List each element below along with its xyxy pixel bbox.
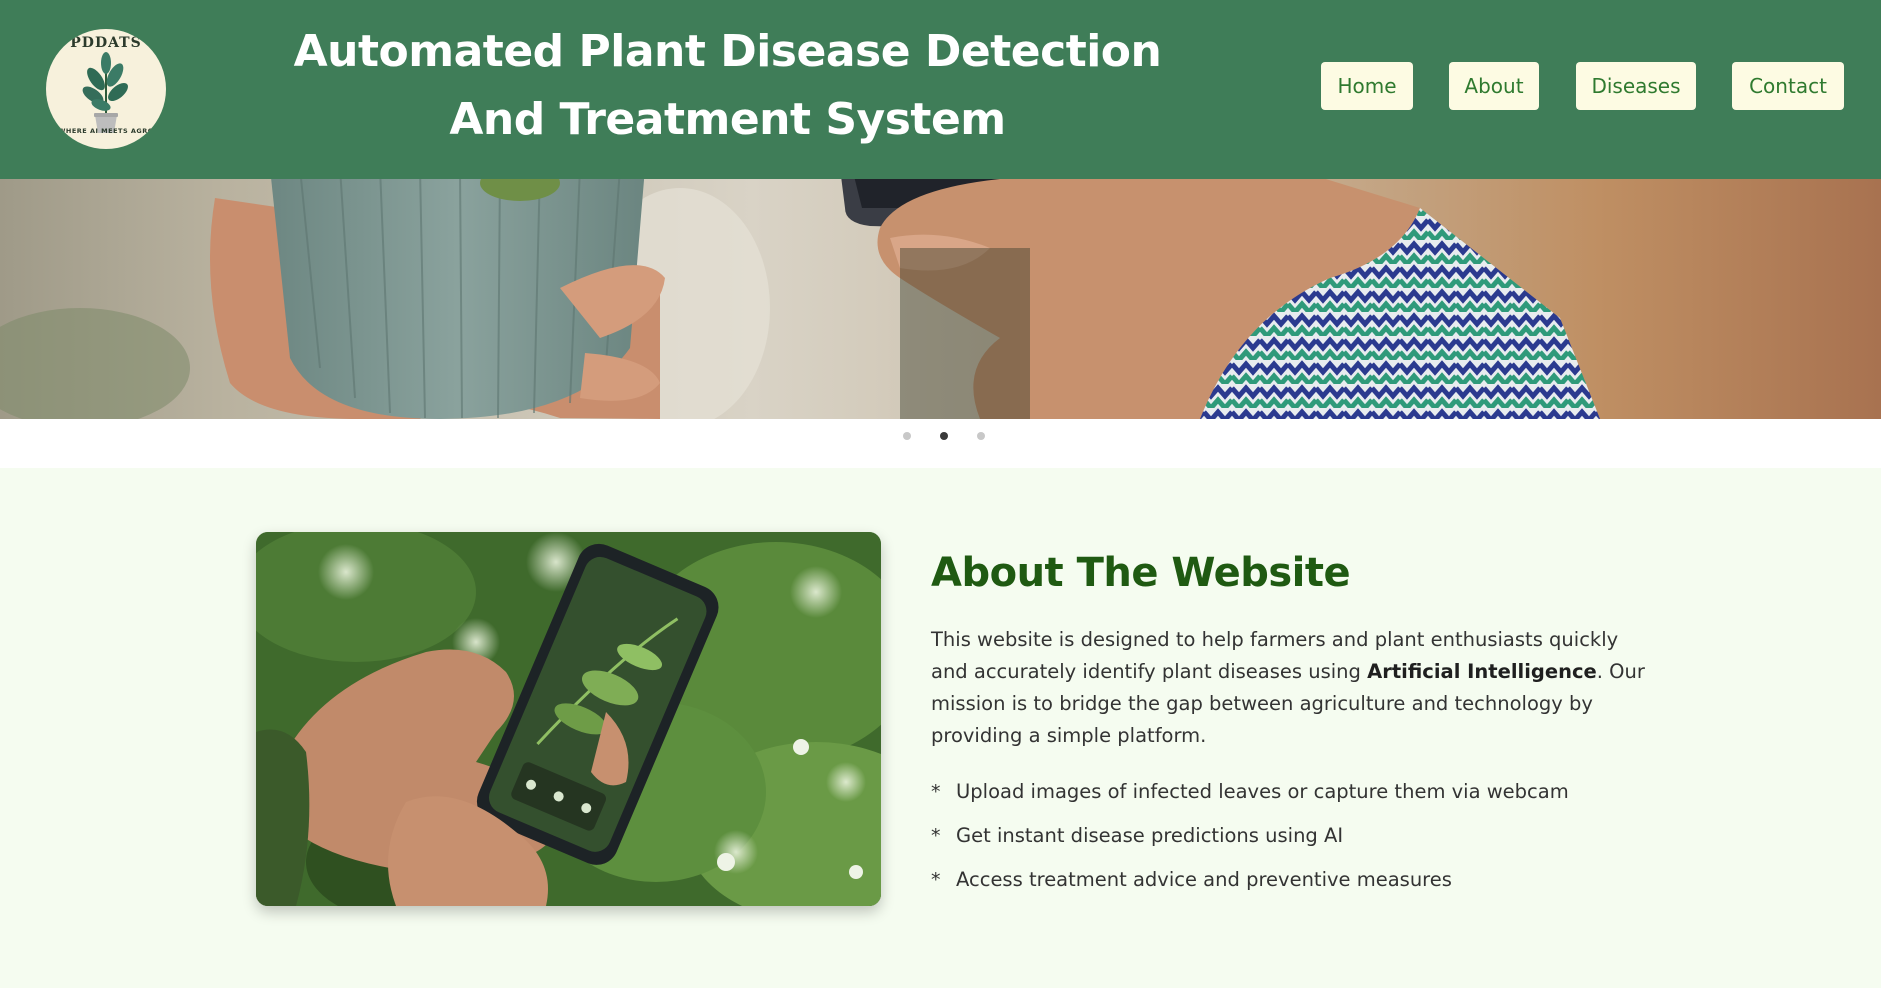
site-title: Automated Plant Disease Detection And Tr… [293, 26, 1162, 145]
list-item: * Access treatment advice and preventive… [931, 858, 1569, 902]
feature-text: Upload images of infected leaves or capt… [956, 780, 1569, 803]
about-description: This website is designed to help farmers… [931, 624, 1651, 752]
carousel-dot-3[interactable] [977, 432, 985, 440]
feature-text: Access treatment advice and preventive m… [956, 868, 1452, 891]
about-section: About The Website This website is design… [0, 468, 1881, 988]
carousel-indicators [0, 428, 1881, 444]
site-header: PDDATS WHERE AI MEETS AGRO Automated Pla… [0, 0, 1881, 179]
hero-slide-image [0, 168, 1881, 419]
nav-about-button[interactable]: About [1449, 62, 1539, 110]
carousel-dot-1[interactable] [903, 432, 911, 440]
nav-diseases-button[interactable]: Diseases [1576, 62, 1696, 110]
list-item: * Upload images of infected leaves or ca… [931, 770, 1569, 814]
phone-scanning-plant-image [256, 532, 881, 906]
about-image [256, 532, 881, 906]
list-item: * Get instant disease predictions using … [931, 814, 1569, 858]
carousel-dot-2-active[interactable] [940, 432, 948, 440]
bullet-icon: * [931, 825, 941, 847]
feature-list: * Upload images of infected leaves or ca… [931, 770, 1569, 902]
feature-text: Get instant disease predictions using AI [956, 824, 1344, 847]
logo-tagline: WHERE AI MEETS AGRO [58, 127, 154, 135]
about-description-highlight: Artificial Intelligence [1367, 660, 1597, 683]
about-heading: About The Website [931, 550, 1351, 596]
nav-contact-button[interactable]: Contact [1732, 62, 1844, 110]
bullet-icon: * [931, 781, 941, 803]
bullet-icon: * [931, 869, 941, 891]
logo-title: PDDATS [70, 35, 142, 51]
nav-home-button[interactable]: Home [1321, 62, 1413, 110]
hero-carousel[interactable] [0, 168, 1881, 419]
site-logo[interactable]: PDDATS WHERE AI MEETS AGRO [46, 29, 166, 149]
